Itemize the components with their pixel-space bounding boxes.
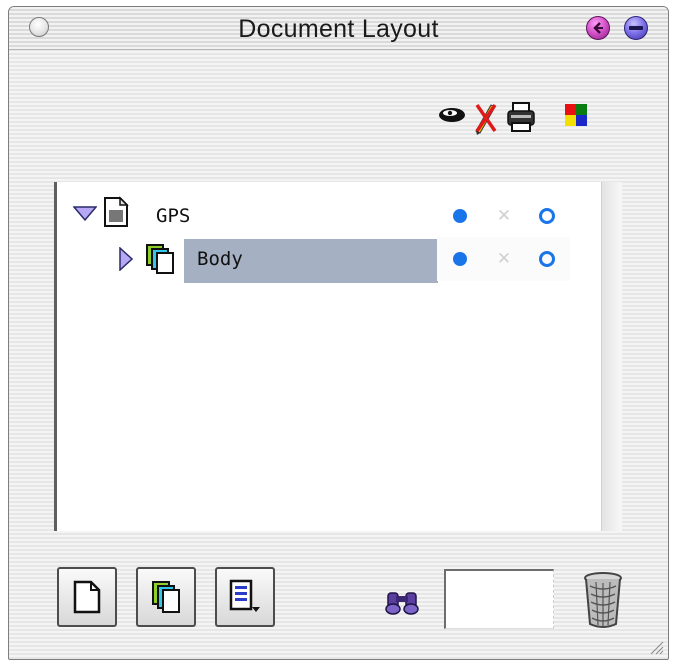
disclosure-open-icon[interactable]: [73, 206, 97, 222]
visible-dot-icon: [453, 252, 467, 266]
document-layout-window: Document Layout GPS ✕ Body ✕: [8, 6, 669, 660]
visibility-toggle[interactable]: [437, 237, 483, 281]
new-layer-button[interactable]: [136, 567, 196, 627]
layout-menu-icon: [229, 579, 260, 612]
resize-grip-icon[interactable]: [648, 639, 664, 655]
disclosure-closed-icon[interactable]: [119, 247, 133, 271]
trash-icon[interactable]: [582, 570, 624, 630]
unlocked-x-icon: ✕: [496, 206, 512, 226]
printer-icon[interactable]: [505, 97, 537, 137]
print-toggle[interactable]: [524, 237, 570, 281]
layer-stack-icon: [146, 244, 174, 274]
unlocked-x-icon: ✕: [496, 249, 512, 269]
new-layer-icon: [152, 581, 180, 613]
color-icon[interactable]: [565, 104, 587, 126]
zoom-button[interactable]: [624, 16, 648, 40]
document-icon: [104, 196, 129, 227]
title-bar[interactable]: Document Layout: [9, 7, 668, 50]
collapse-icon: [593, 22, 603, 34]
vertical-scrollbar[interactable]: [601, 182, 622, 531]
lock-toggle[interactable]: ✕: [481, 237, 527, 281]
print-toggle[interactable]: [524, 194, 570, 238]
window-title: Document Layout: [238, 15, 439, 43]
layer-tree[interactable]: GPS ✕ Body ✕: [54, 182, 622, 531]
row-label-body: Body: [197, 248, 243, 270]
visibility-toggle[interactable]: [437, 194, 483, 238]
row-label-gps: GPS: [156, 205, 191, 227]
new-page-button[interactable]: [57, 567, 117, 627]
pencil-icon[interactable]: [473, 97, 499, 137]
eye-icon[interactable]: [437, 97, 467, 137]
visible-dot-icon: [453, 209, 467, 223]
search-input[interactable]: [444, 569, 554, 629]
print-ring-icon: [539, 208, 555, 224]
lock-toggle[interactable]: ✕: [481, 194, 527, 238]
tree-row-body[interactable]: Body ✕: [57, 237, 577, 283]
binoculars-icon[interactable]: [384, 587, 424, 617]
new-page-icon: [73, 580, 101, 614]
print-ring-icon: [539, 251, 555, 267]
layout-menu-button[interactable]: [215, 567, 275, 627]
collapse-button[interactable]: [586, 16, 610, 40]
tree-row-gps[interactable]: GPS ✕: [57, 194, 577, 236]
